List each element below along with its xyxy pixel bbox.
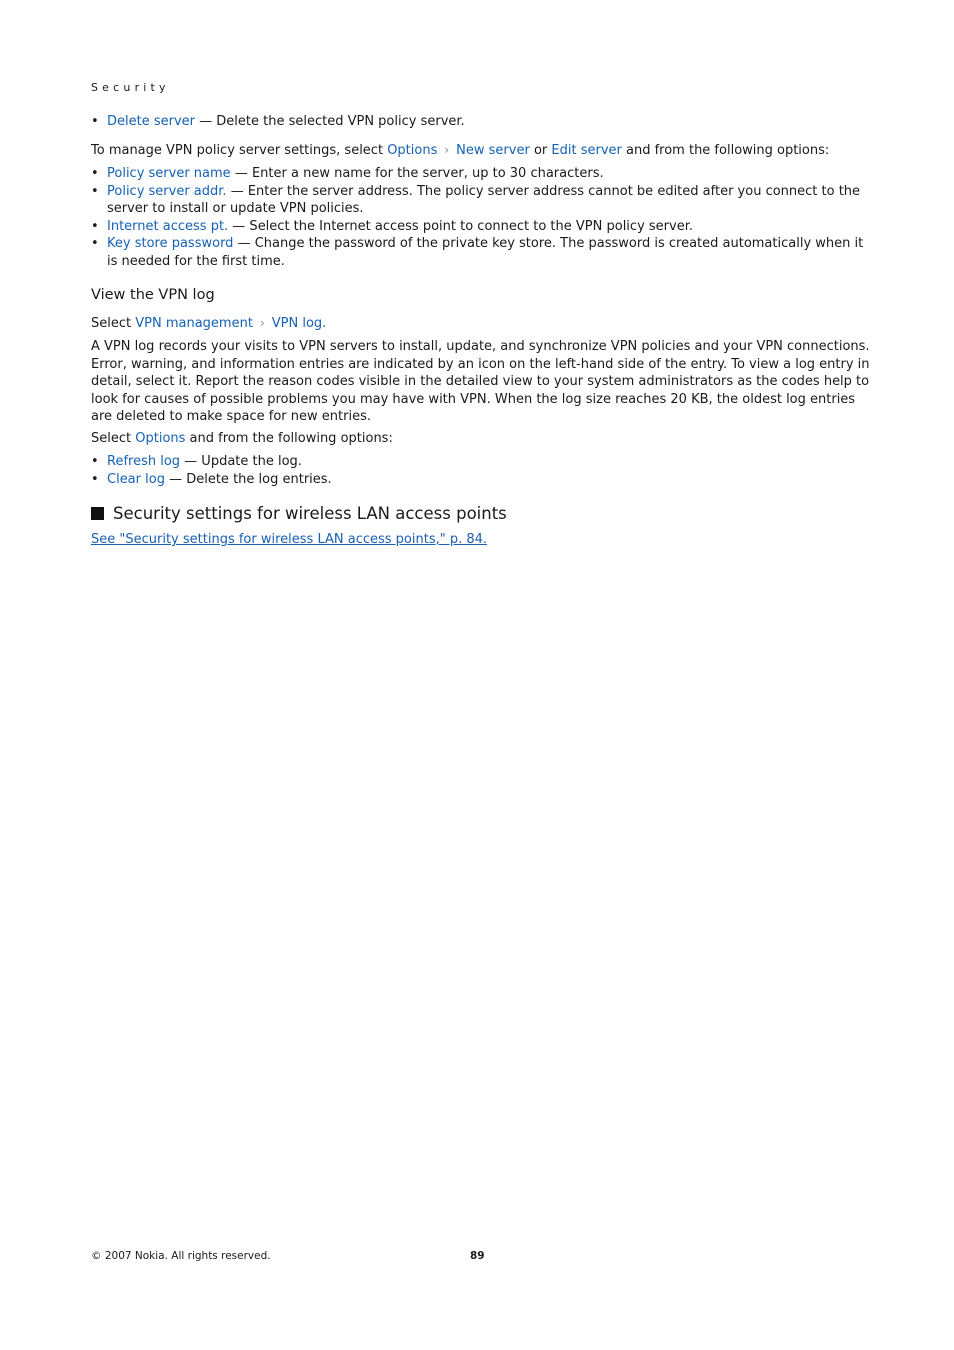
item-desc: — Enter a new name for the server, up to… [230, 166, 604, 181]
list-item: Key store password — Change the password… [91, 235, 871, 270]
menu-vpn-log: VPN log [271, 316, 323, 331]
server-options-list: Policy server name — Enter a new name fo… [91, 165, 871, 270]
list-item: Clear log — Delete the log entries. [91, 471, 871, 489]
menu-options: Options [135, 431, 186, 446]
item-desc: — Delete the log entries. [164, 471, 332, 487]
list-item: Delete server — Delete the selected VPN … [91, 113, 871, 131]
item-desc: — Select the Internet access point to co… [228, 218, 693, 234]
path-end: . [322, 316, 327, 331]
vpn-log-paragraph: A VPN log records your visits to VPN ser… [91, 339, 870, 424]
wlan-cross-reference-link[interactable]: See "Security settings for wireless LAN … [91, 531, 487, 549]
running-head: Security [91, 81, 170, 94]
vpn-log-heading: View the VPN log [91, 287, 215, 303]
delete-server-list: Delete server — Delete the selected VPN … [91, 113, 871, 131]
chevron-right-icon: › [444, 143, 450, 157]
item-term: Key store password [107, 236, 234, 251]
term-delete-server: Delete server [107, 114, 195, 129]
select-text: Select [91, 316, 136, 331]
page-number: 89 [470, 1250, 485, 1262]
vpn-log-path: Select VPN management › VPN log. [91, 315, 871, 333]
item-desc: — Update the log. [180, 454, 302, 469]
item-desc: — Delete the selected VPN policy server. [195, 114, 465, 129]
copyright: © 2007 Nokia. All rights reserved. [91, 1250, 271, 1262]
intro-text: To manage VPN policy server settings, se… [91, 143, 388, 158]
log-options-list: Refresh log — Update the log. Clear log … [91, 453, 871, 488]
section-square-icon [91, 507, 104, 521]
chevron-right-icon: › [259, 316, 265, 330]
select-text: Select [91, 431, 136, 446]
wlan-heading: Security settings for wireless LAN acces… [91, 505, 871, 523]
menu-vpn-management: VPN management [135, 316, 253, 331]
intro-post: and from the following options: [185, 431, 393, 446]
item-term: Policy server addr. [107, 183, 227, 199]
item-term: Policy server name [107, 166, 231, 181]
list-item: Policy server addr. — Enter the server a… [91, 183, 871, 218]
intro-post: and from the following options: [621, 143, 830, 158]
item-term: Internet access pt. [107, 218, 229, 234]
item-term: Clear log [107, 471, 165, 487]
menu-new-server: New server [456, 143, 530, 158]
intro-or: or [529, 143, 552, 158]
menu-edit-server: Edit server [551, 143, 622, 158]
list-item: Internet access pt. — Select the Interne… [91, 218, 871, 236]
list-item: Policy server name — Enter a new name fo… [91, 165, 871, 183]
menu-options: Options [387, 143, 438, 158]
log-options-intro: Select Options and from the following op… [91, 430, 871, 448]
manage-intro: To manage VPN policy server settings, se… [91, 142, 871, 160]
list-item: Refresh log — Update the log. [91, 453, 871, 471]
item-term: Refresh log [107, 454, 181, 469]
wlan-heading-text: Security settings for wireless LAN acces… [113, 504, 507, 523]
